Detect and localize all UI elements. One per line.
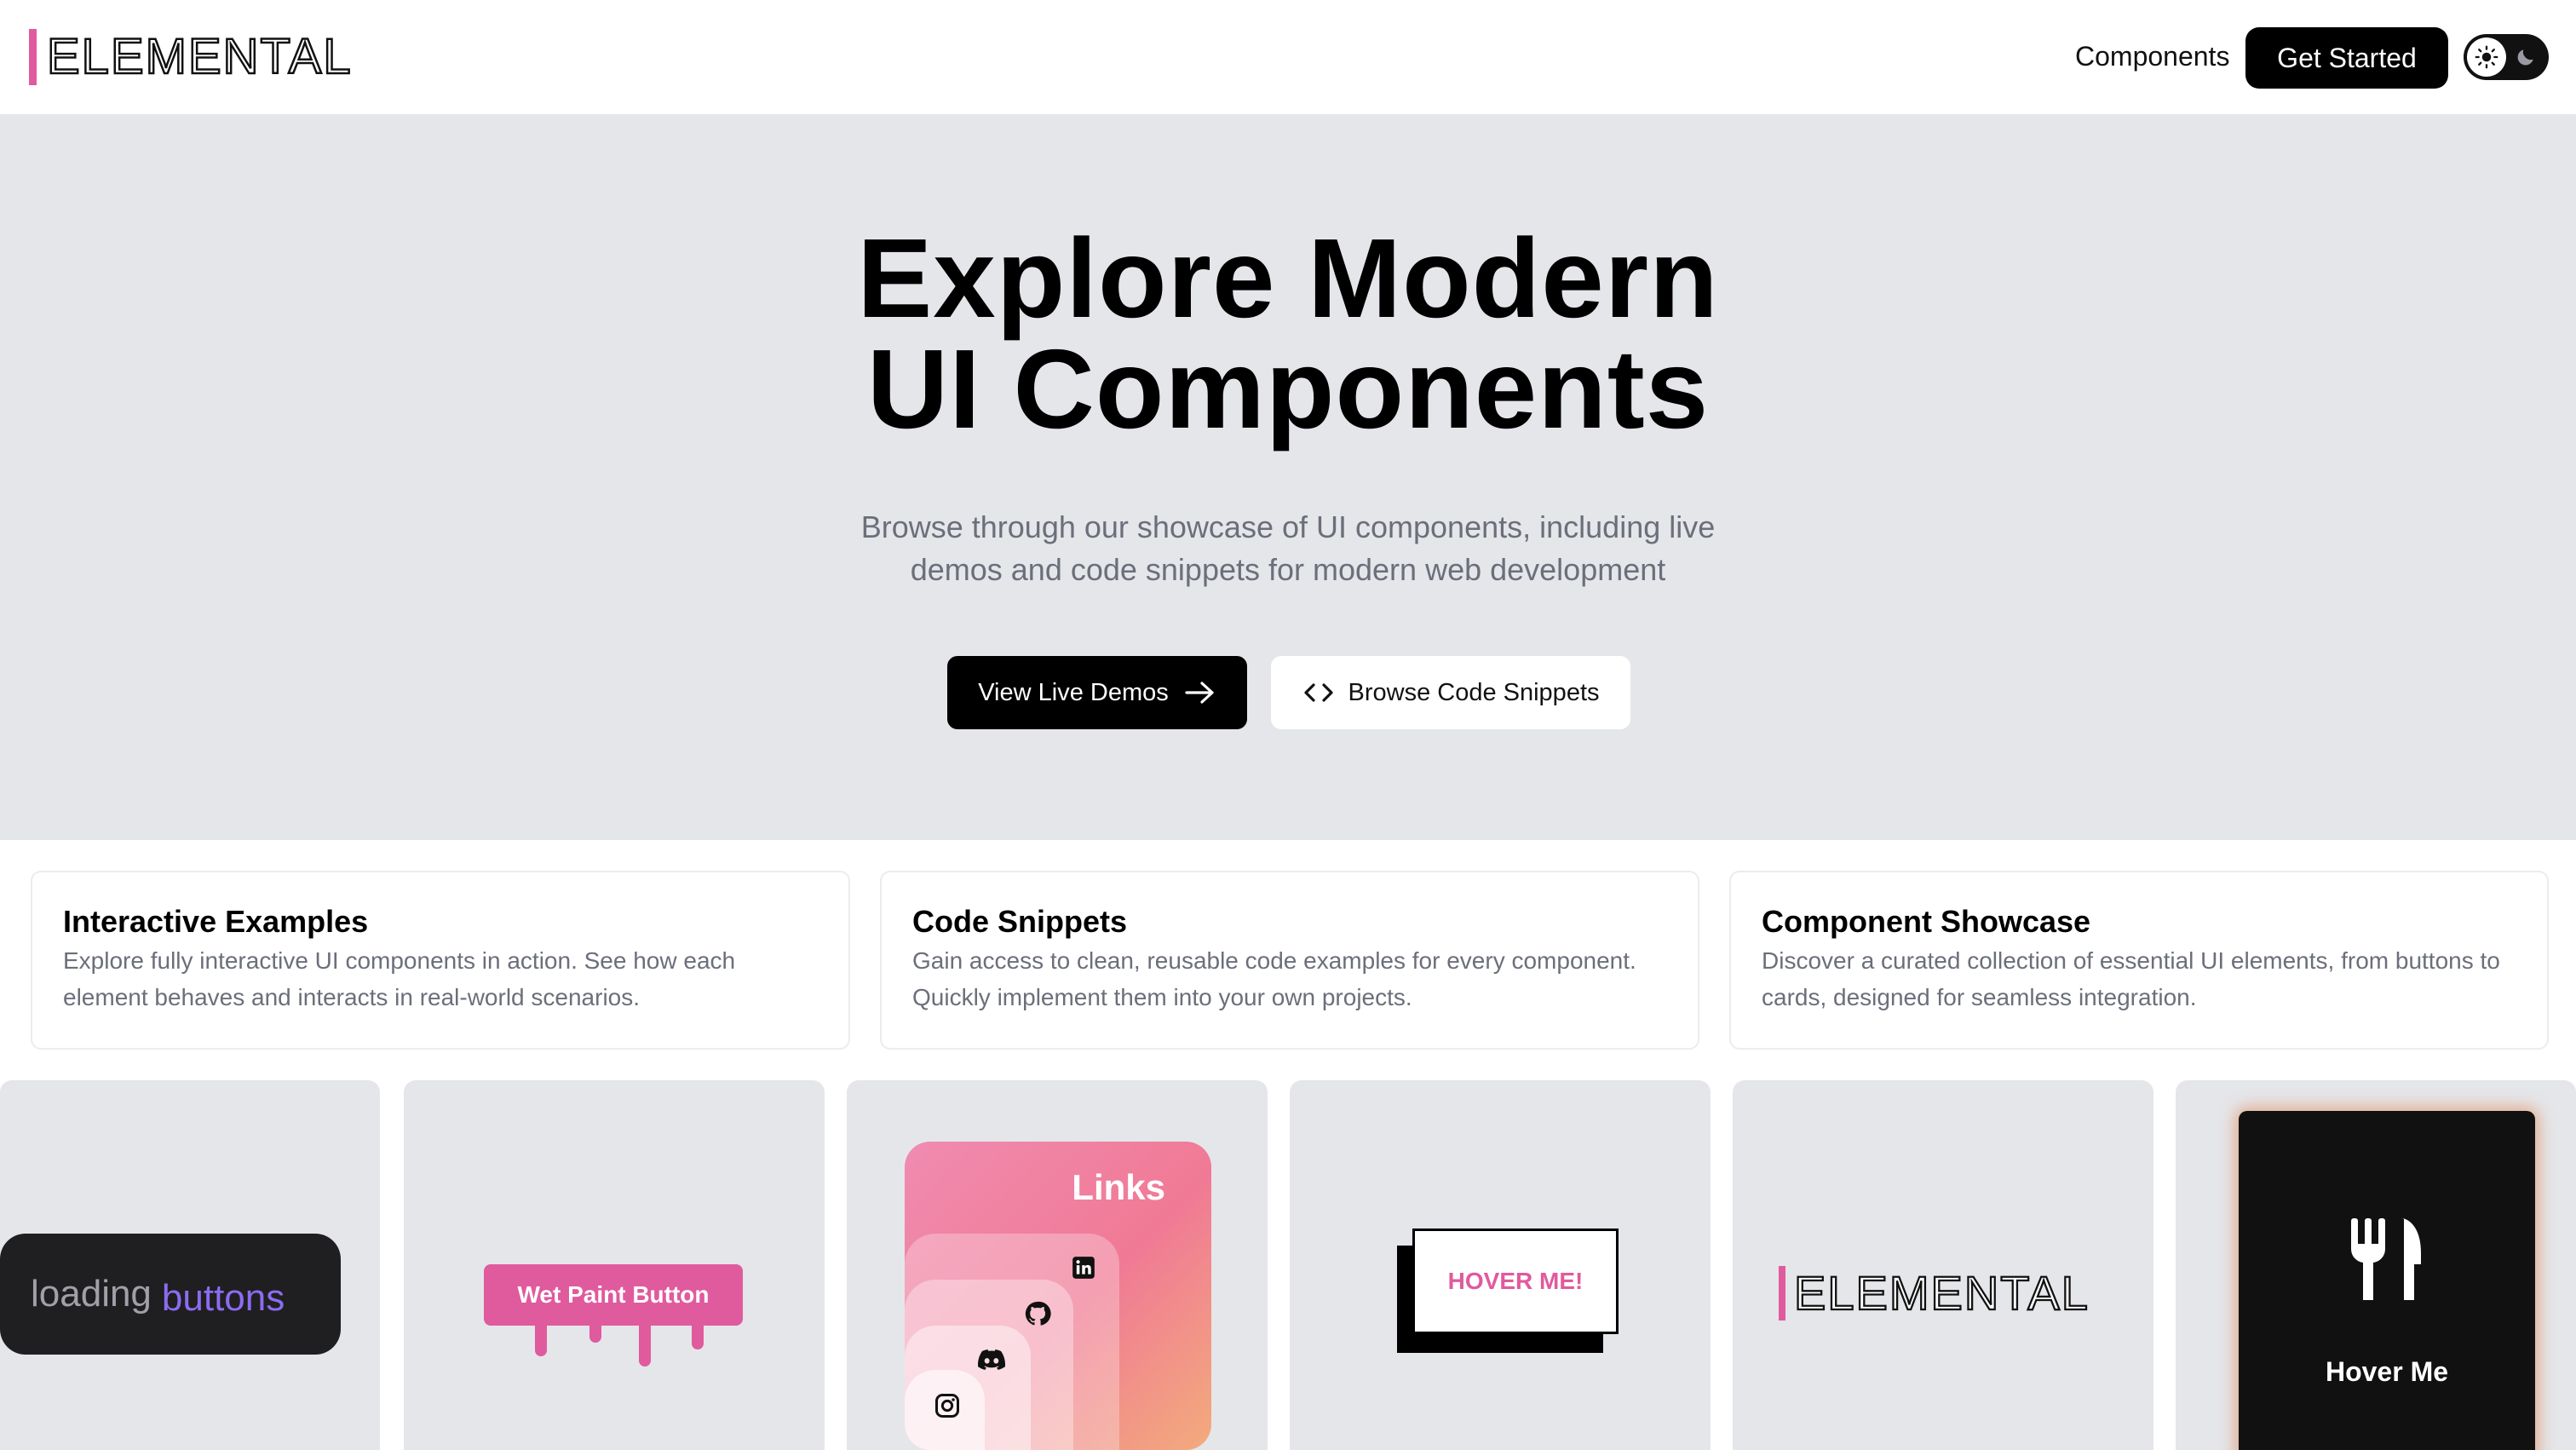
logo-accent-bar — [29, 29, 37, 85]
discord-icon[interactable] — [976, 1344, 1007, 1375]
instagram-icon[interactable] — [932, 1390, 963, 1421]
hover-me-label: Hover Me — [2325, 1356, 2449, 1387]
paint-drip — [639, 1319, 651, 1367]
hero-subtitle-line: Browse through our showcase of UI compon… — [860, 509, 1716, 544]
logo-accent-bar — [1779, 1266, 1785, 1321]
site-header: ELEMENTAL Components Get Started — [0, 0, 2576, 114]
logo-demo: ELEMENTAL — [1779, 1265, 2090, 1321]
wet-paint-button[interactable]: Wet Paint Button — [484, 1264, 743, 1326]
arrow-right-icon — [1185, 682, 1214, 704]
showcase-card-links[interactable]: Links — [847, 1080, 1268, 1450]
feature-card-code-snippets: Code Snippets Gain access to clean, reus… — [880, 871, 1699, 1050]
showcase-card-logo[interactable]: ELEMENTAL — [1733, 1080, 2153, 1450]
loading-word: loading — [31, 1273, 152, 1315]
buttons-word: buttons — [161, 1277, 285, 1319]
feature-title: Interactive Examples — [63, 904, 369, 939]
view-live-demos-label: View Live Demos — [978, 678, 1169, 706]
loading-buttons-demo[interactable]: loading buttons — [0, 1234, 341, 1355]
view-live-demos-button[interactable]: View Live Demos — [947, 656, 1247, 729]
showcase-card-loading-buttons[interactable]: loading buttons — [0, 1080, 380, 1450]
feature-description: Discover a curated collection of essenti… — [1762, 947, 2500, 1010]
feature-title: Component Showcase — [1762, 904, 2091, 939]
showcase-card-hover-box[interactable]: HOVER ME! — [1290, 1080, 1711, 1450]
github-icon[interactable] — [1022, 1298, 1053, 1329]
site-logo[interactable]: ELEMENTAL — [29, 28, 353, 86]
feature-description: Gain access to clean, reusable code exam… — [912, 947, 1636, 1010]
feature-description: Explore fully interactive UI components … — [63, 947, 736, 1010]
theme-toggle[interactable] — [2464, 34, 2549, 80]
browse-code-snippets-label: Browse Code Snippets — [1348, 678, 1600, 706]
hero-section: Explore Modern UI Components Browse thro… — [0, 114, 2576, 840]
paint-drip — [692, 1319, 704, 1349]
hero-title-line: Explore Modern — [857, 216, 1719, 341]
hover-me-card[interactable]: Hover Me — [2239, 1111, 2535, 1450]
feature-card-interactive-examples: Interactive Examples Explore fully inter… — [31, 871, 850, 1050]
browse-code-snippets-button[interactable]: Browse Code Snippets — [1271, 656, 1630, 729]
logo-demo-text: ELEMENTAL — [1793, 1265, 2090, 1321]
nav-components-link[interactable]: Components — [2075, 39, 2229, 73]
logo-text: ELEMENTAL — [46, 28, 353, 86]
hero-subtitle-line: demos and code snippets for modern web d… — [910, 552, 1666, 587]
paint-drip — [535, 1319, 547, 1356]
feature-title: Code Snippets — [912, 904, 1128, 939]
links-title: Links — [1072, 1167, 1165, 1207]
wet-paint-label: Wet Paint Button — [517, 1281, 710, 1308]
showcase-card-wet-paint[interactable]: Wet Paint Button — [404, 1080, 825, 1450]
hero-subtitle: Browse through our showcase of UI compon… — [819, 506, 1757, 591]
moon-icon — [2506, 37, 2545, 77]
linkedin-icon[interactable] — [1068, 1252, 1099, 1283]
hero-title: Explore Modern UI Components — [0, 216, 2576, 452]
utensils-icon — [2350, 1218, 2421, 1300]
hero-title-line: UI Components — [866, 326, 1710, 452]
showcase-card-hover-me[interactable]: Hover Me — [2176, 1080, 2576, 1450]
code-brackets-icon — [1303, 683, 1333, 702]
sun-icon — [2467, 37, 2506, 77]
get-started-button[interactable]: Get Started — [2245, 27, 2448, 89]
hover-box-label: HOVER ME! — [1447, 1268, 1584, 1294]
feature-card-component-showcase: Component Showcase Discover a curated co… — [1729, 871, 2549, 1050]
links-stack-card[interactable]: Links — [905, 1142, 1211, 1450]
paint-drip — [589, 1319, 601, 1343]
hover-me-box-button[interactable]: HOVER ME! — [1412, 1228, 1619, 1334]
